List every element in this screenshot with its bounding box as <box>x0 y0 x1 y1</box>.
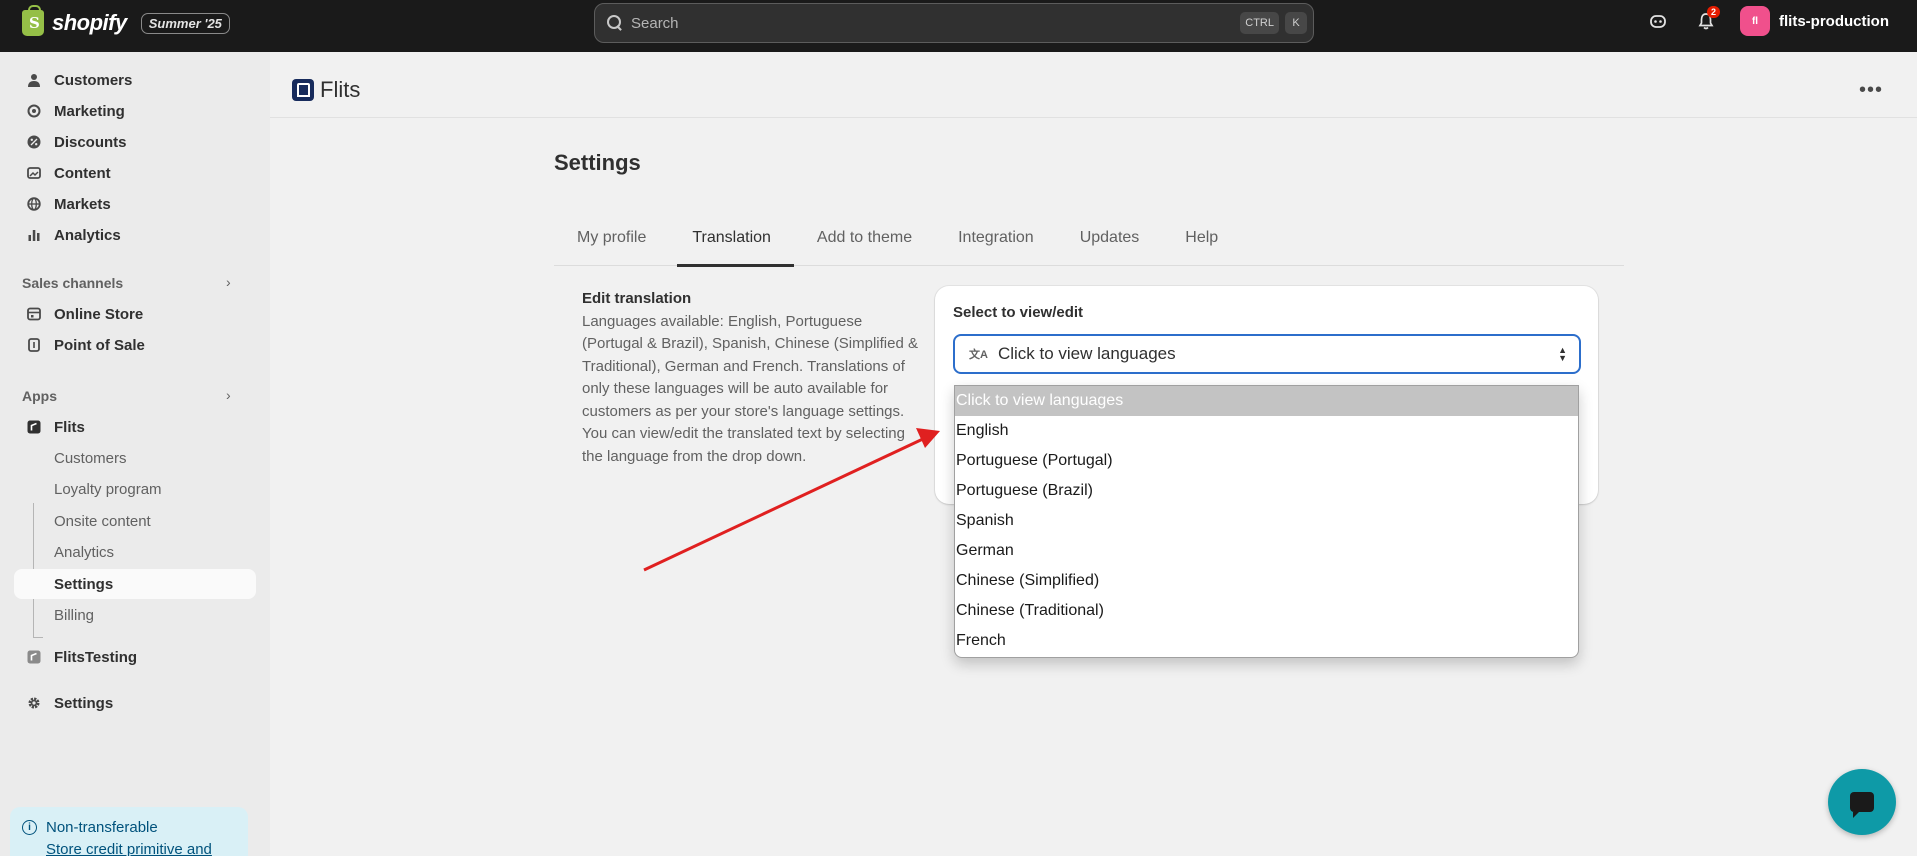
gear-icon <box>26 695 42 711</box>
translation-description: Edit translation Languages available: En… <box>582 288 922 468</box>
dropdown-option[interactable]: Spanish <box>955 506 1578 536</box>
language-select[interactable]: 文A Click to view languages ▲ ▼ <box>953 334 1581 374</box>
globe-icon <box>26 196 42 212</box>
sidebar-item-analytics[interactable]: Analytics <box>14 220 256 250</box>
flits-icon <box>26 419 42 435</box>
sidebar-subitem-customers[interactable]: Customers <box>14 443 256 473</box>
person-icon <box>26 72 42 88</box>
app-title-bar: Flits ••• <box>270 52 1917 118</box>
search-icon <box>607 15 623 31</box>
sales-channels-heading: Sales channels <box>22 275 124 291</box>
translate-icon: 文A <box>969 349 988 361</box>
shortcut-key-ctrl: CTRL <box>1240 12 1279 34</box>
dropdown-option[interactable]: Portuguese (Portugal) <box>955 446 1578 476</box>
shortcut-key-k: K <box>1285 12 1307 34</box>
sidebar-item-flitstesting[interactable]: FlitsTesting <box>14 642 256 672</box>
chat-button[interactable] <box>1828 769 1896 835</box>
dropdown-option[interactable]: Chinese (Traditional) <box>955 596 1578 626</box>
tab-integration[interactable]: Integration <box>935 210 1057 266</box>
store-menu-button[interactable]: fl flits-production <box>1740 6 1889 36</box>
select-value: Click to view languages <box>997 344 1176 363</box>
sidebar-subitem-loyalty-program[interactable]: Loyalty program <box>14 474 256 504</box>
sidekick-icon[interactable] <box>1644 7 1672 35</box>
shopify-bag-icon: S <box>22 5 44 36</box>
language-dropdown-list: Click to view languages English Portugue… <box>954 385 1579 658</box>
sidebar-subitem-analytics[interactable]: Analytics <box>14 537 256 567</box>
sidebar-subitem-onsite-content[interactable]: Onsite content <box>14 506 256 536</box>
shopify-logo[interactable]: S shopify Summer '25 <box>22 5 230 36</box>
bar-chart-icon <box>26 227 42 243</box>
target-icon <box>26 103 42 119</box>
banner-title: Non-transferable <box>46 819 158 836</box>
tab-help[interactable]: Help <box>1162 210 1241 266</box>
flits-app-icon <box>292 79 314 101</box>
app-title: Flits <box>320 77 361 102</box>
store-name: flits-production <box>1779 12 1889 30</box>
pos-icon <box>26 337 42 353</box>
non-transferable-banner: i Non-transferable Store credit primitiv… <box>10 807 248 856</box>
banner-text: Store credit primitive and API preview <box>46 839 238 856</box>
dropdown-option[interactable]: Portuguese (Brazil) <box>955 476 1578 506</box>
dropdown-option[interactable]: German <box>955 536 1578 566</box>
sidebar: Customers Marketing Discounts Content Ma… <box>0 52 270 856</box>
store-credit-link[interactable]: Store credit primitive and API <box>46 841 212 856</box>
description-title: Edit translation <box>582 290 692 307</box>
chevron-right-icon[interactable]: › <box>226 387 231 403</box>
search-input[interactable]: Search <box>631 15 1240 32</box>
dropdown-option[interactable]: English <box>955 416 1578 446</box>
chat-icon <box>1850 792 1874 818</box>
sidebar-item-content[interactable]: Content <box>14 158 256 188</box>
settings-tabs: My profile Translation Add to theme Inte… <box>554 210 1624 267</box>
sidebar-item-settings[interactable]: Settings <box>14 688 256 718</box>
tab-updates[interactable]: Updates <box>1057 210 1163 266</box>
notification-count-badge: 2 <box>1707 6 1721 18</box>
select-label: Select to view/edit <box>953 304 1084 321</box>
description-body: Languages available: English, Portuguese… <box>582 312 918 465</box>
dropdown-option[interactable]: Click to view languages <box>955 386 1578 416</box>
sidebar-item-online-store[interactable]: Online Store <box>14 299 256 329</box>
select-caret-icon: ▲ ▼ <box>1558 345 1567 363</box>
page-title: Settings <box>554 150 641 175</box>
app-icon <box>26 649 42 665</box>
tab-translation[interactable]: Translation <box>669 210 794 267</box>
dropdown-option[interactable]: Chinese (Simplified) <box>955 566 1578 596</box>
tab-add-to-theme[interactable]: Add to theme <box>794 210 935 266</box>
top-bar: S shopify Summer '25 Search CTRL K 2 fl … <box>0 0 1917 52</box>
sidebar-item-flits[interactable]: Flits <box>14 412 256 442</box>
info-icon: i <box>22 820 37 835</box>
store-avatar: fl <box>1740 6 1771 36</box>
search-bar[interactable]: Search CTRL K <box>594 3 1314 43</box>
image-icon <box>26 165 42 181</box>
top-right-actions: 2 fl flits-production <box>1644 6 1889 36</box>
sidebar-item-marketing[interactable]: Marketing <box>14 96 256 126</box>
tab-my-profile[interactable]: My profile <box>554 210 669 266</box>
discount-icon <box>26 134 42 150</box>
sidebar-subitem-settings[interactable]: Settings <box>14 569 256 599</box>
more-actions-icon[interactable]: ••• <box>1859 79 1883 102</box>
edition-badge[interactable]: Summer '25 <box>140 12 230 34</box>
store-icon <box>26 306 42 322</box>
sidebar-subitem-billing[interactable]: Billing <box>14 600 256 630</box>
bell-icon[interactable]: 2 <box>1692 6 1721 35</box>
sidebar-item-markets[interactable]: Markets <box>14 189 256 219</box>
apps-heading: Apps <box>22 388 57 404</box>
chevron-right-icon[interactable]: › <box>226 274 231 290</box>
dropdown-option[interactable]: French <box>955 626 1578 656</box>
sidebar-item-customers[interactable]: Customers <box>14 65 256 95</box>
sidebar-item-point-of-sale[interactable]: Point of Sale <box>14 330 256 360</box>
sidebar-item-discounts[interactable]: Discounts <box>14 127 256 157</box>
brand-name: shopify <box>52 10 127 35</box>
